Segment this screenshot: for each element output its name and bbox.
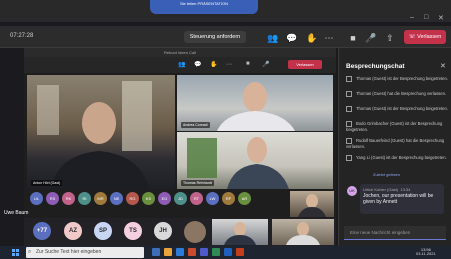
taskbar-search-input[interactable]: ⌕ Zur Suche Text hier eingeben (26, 247, 144, 258)
attendee-avatar[interactable]: KS (142, 192, 155, 205)
person-silhouette (298, 194, 326, 217)
attendee-avatar[interactable]: RT (190, 192, 203, 205)
edge-icon[interactable] (176, 248, 184, 256)
video-tile-main[interactable]: Anton Hörl (Gast) (27, 75, 175, 189)
tile-name-main: Anton Hörl (Gast) (31, 180, 63, 186)
search-icon: ⌕ (28, 249, 32, 255)
file-explorer-icon[interactable] (164, 248, 172, 256)
close-window-icon[interactable]: ✕ (438, 14, 444, 22)
shared-mic-icon: 🎤 (262, 62, 270, 68)
person-silhouette (286, 222, 320, 245)
person-icon (346, 91, 352, 97)
attendee-avatar[interactable]: RK (62, 192, 75, 205)
attendee-avatar[interactable]: LW (206, 192, 219, 205)
microphone-icon[interactable]: 🎤 (364, 31, 378, 45)
message-text: Jochen, our presentation will be given b… (363, 193, 434, 205)
attendee-video-small[interactable] (272, 219, 334, 245)
teams-icon[interactable] (200, 248, 208, 256)
screen: Sie teilen PRÄSENTATION – □ ✕ 07:27:28 S… (0, 0, 451, 259)
attendee-avatar[interactable]: RS (46, 192, 59, 205)
camera-icon[interactable]: ■ (346, 31, 360, 45)
minimize-icon[interactable]: – (410, 14, 414, 21)
last-read-marker: Zuletzt gelesen (373, 172, 401, 177)
office-icon[interactable] (188, 248, 196, 256)
participants-icon[interactable]: 👥 (266, 31, 280, 45)
chat-compose-input[interactable]: Eine neue Nachricht eingeben (344, 226, 446, 240)
sharing-indicator[interactable]: Sie teilen PRÄSENTATION (150, 0, 258, 14)
raise-hand-icon[interactable]: ✋ (305, 31, 319, 45)
attendee-photo[interactable] (184, 221, 206, 243)
attendee-avatar[interactable]: JD (174, 192, 187, 205)
request-control-button[interactable]: Steuerung anfordern (184, 31, 246, 43)
chat-event: Thomas (Guest) ist der Besprechung beige… (346, 106, 448, 112)
windows-start-icon[interactable] (12, 249, 19, 256)
meeting-timer: 07:27:28 (10, 33, 34, 39)
person-icon (346, 155, 352, 161)
attendee-avatar[interactable]: MR (94, 192, 107, 205)
video-tile-bottom-right[interactable]: Thomas Reinhardt (177, 132, 333, 189)
maximize-icon[interactable]: □ (424, 14, 428, 21)
message-avatar: UK (347, 186, 357, 196)
close-chat-icon[interactable]: ✕ (440, 62, 446, 70)
attendee-avatar[interactable]: TS (124, 222, 142, 240)
more-options-icon[interactable]: ⋯ (322, 31, 336, 45)
chat-event: Thomas (Guest) hat die Besprechung verla… (346, 91, 448, 97)
shared-more-icon: ⋯ (226, 62, 232, 68)
person-icon (346, 106, 352, 112)
attendee-avatar[interactable]: RI (78, 192, 91, 205)
attendee-video-small[interactable] (212, 219, 268, 245)
powerpoint-icon[interactable] (236, 248, 244, 256)
chat-icon[interactable]: 💬 (285, 31, 299, 45)
overflow-attendees-count[interactable]: +77 (33, 222, 51, 240)
excel-icon[interactable] (212, 248, 220, 256)
attendee-avatar[interactable]: SP (94, 222, 112, 240)
tile-name-bottom-right: Thomas Reinhardt (181, 180, 214, 186)
shared-participants-icon: 👥 (178, 62, 186, 68)
attendee-avatar[interactable]: JH (154, 222, 172, 240)
tile-name-top-right: Andrea Conradi (181, 122, 210, 128)
leave-button[interactable]: ☏ Verlassen (404, 30, 446, 44)
shared-window-title: Reboot Ideen Call (24, 48, 336, 57)
attendee-avatar[interactable]: UL (30, 192, 43, 205)
attendee-avatar[interactable]: AZ (64, 222, 82, 240)
attendee-avatar[interactable]: RG (126, 192, 139, 205)
share-icon[interactable]: ⇧ (383, 31, 397, 45)
attendee-avatar[interactable]: EG (158, 192, 171, 205)
chat-event: Bodo Grimbacher (Guest) ist der Besprech… (346, 121, 443, 132)
attendee-avatar[interactable]: RF (222, 192, 235, 205)
taskbar-clock[interactable]: 13:56 03.11.2021 (416, 248, 436, 256)
video-tile-top-right[interactable]: Andrea Conradi (177, 75, 333, 131)
chat-event: Rudolf Bauerfeind (Guest) hat die Bespre… (346, 138, 445, 149)
task-view-icon[interactable] (152, 248, 160, 256)
shared-chat-icon: 💬 (194, 62, 202, 68)
chat-title: Besprechungschat (346, 63, 405, 70)
word-icon[interactable] (224, 248, 232, 256)
chat-event: Yang Li (Guest) ist der Besprechung beig… (346, 155, 448, 161)
self-preview[interactable] (290, 191, 334, 217)
shared-camera-icon: ■ (246, 61, 250, 67)
person-icon (346, 76, 352, 82)
chat-message[interactable]: Ulrich Kohler (Gast) 13:34 Jochen, our p… (360, 184, 444, 214)
chat-event: Thomas (Guest) ist der Besprechung beige… (346, 76, 448, 82)
shared-leave-button: Verlassen (288, 60, 322, 69)
attendee-avatar[interactable]: NE (110, 192, 123, 205)
attendee-avatar[interactable]: AR (238, 192, 251, 205)
person-silhouette (37, 81, 152, 189)
shared-hand-icon: ✋ (210, 62, 218, 68)
self-name-label: Uwe Baum (4, 210, 29, 216)
message-header: Ulrich Kohler (Gast) 13:34 (363, 187, 411, 192)
person-silhouette (224, 222, 256, 245)
